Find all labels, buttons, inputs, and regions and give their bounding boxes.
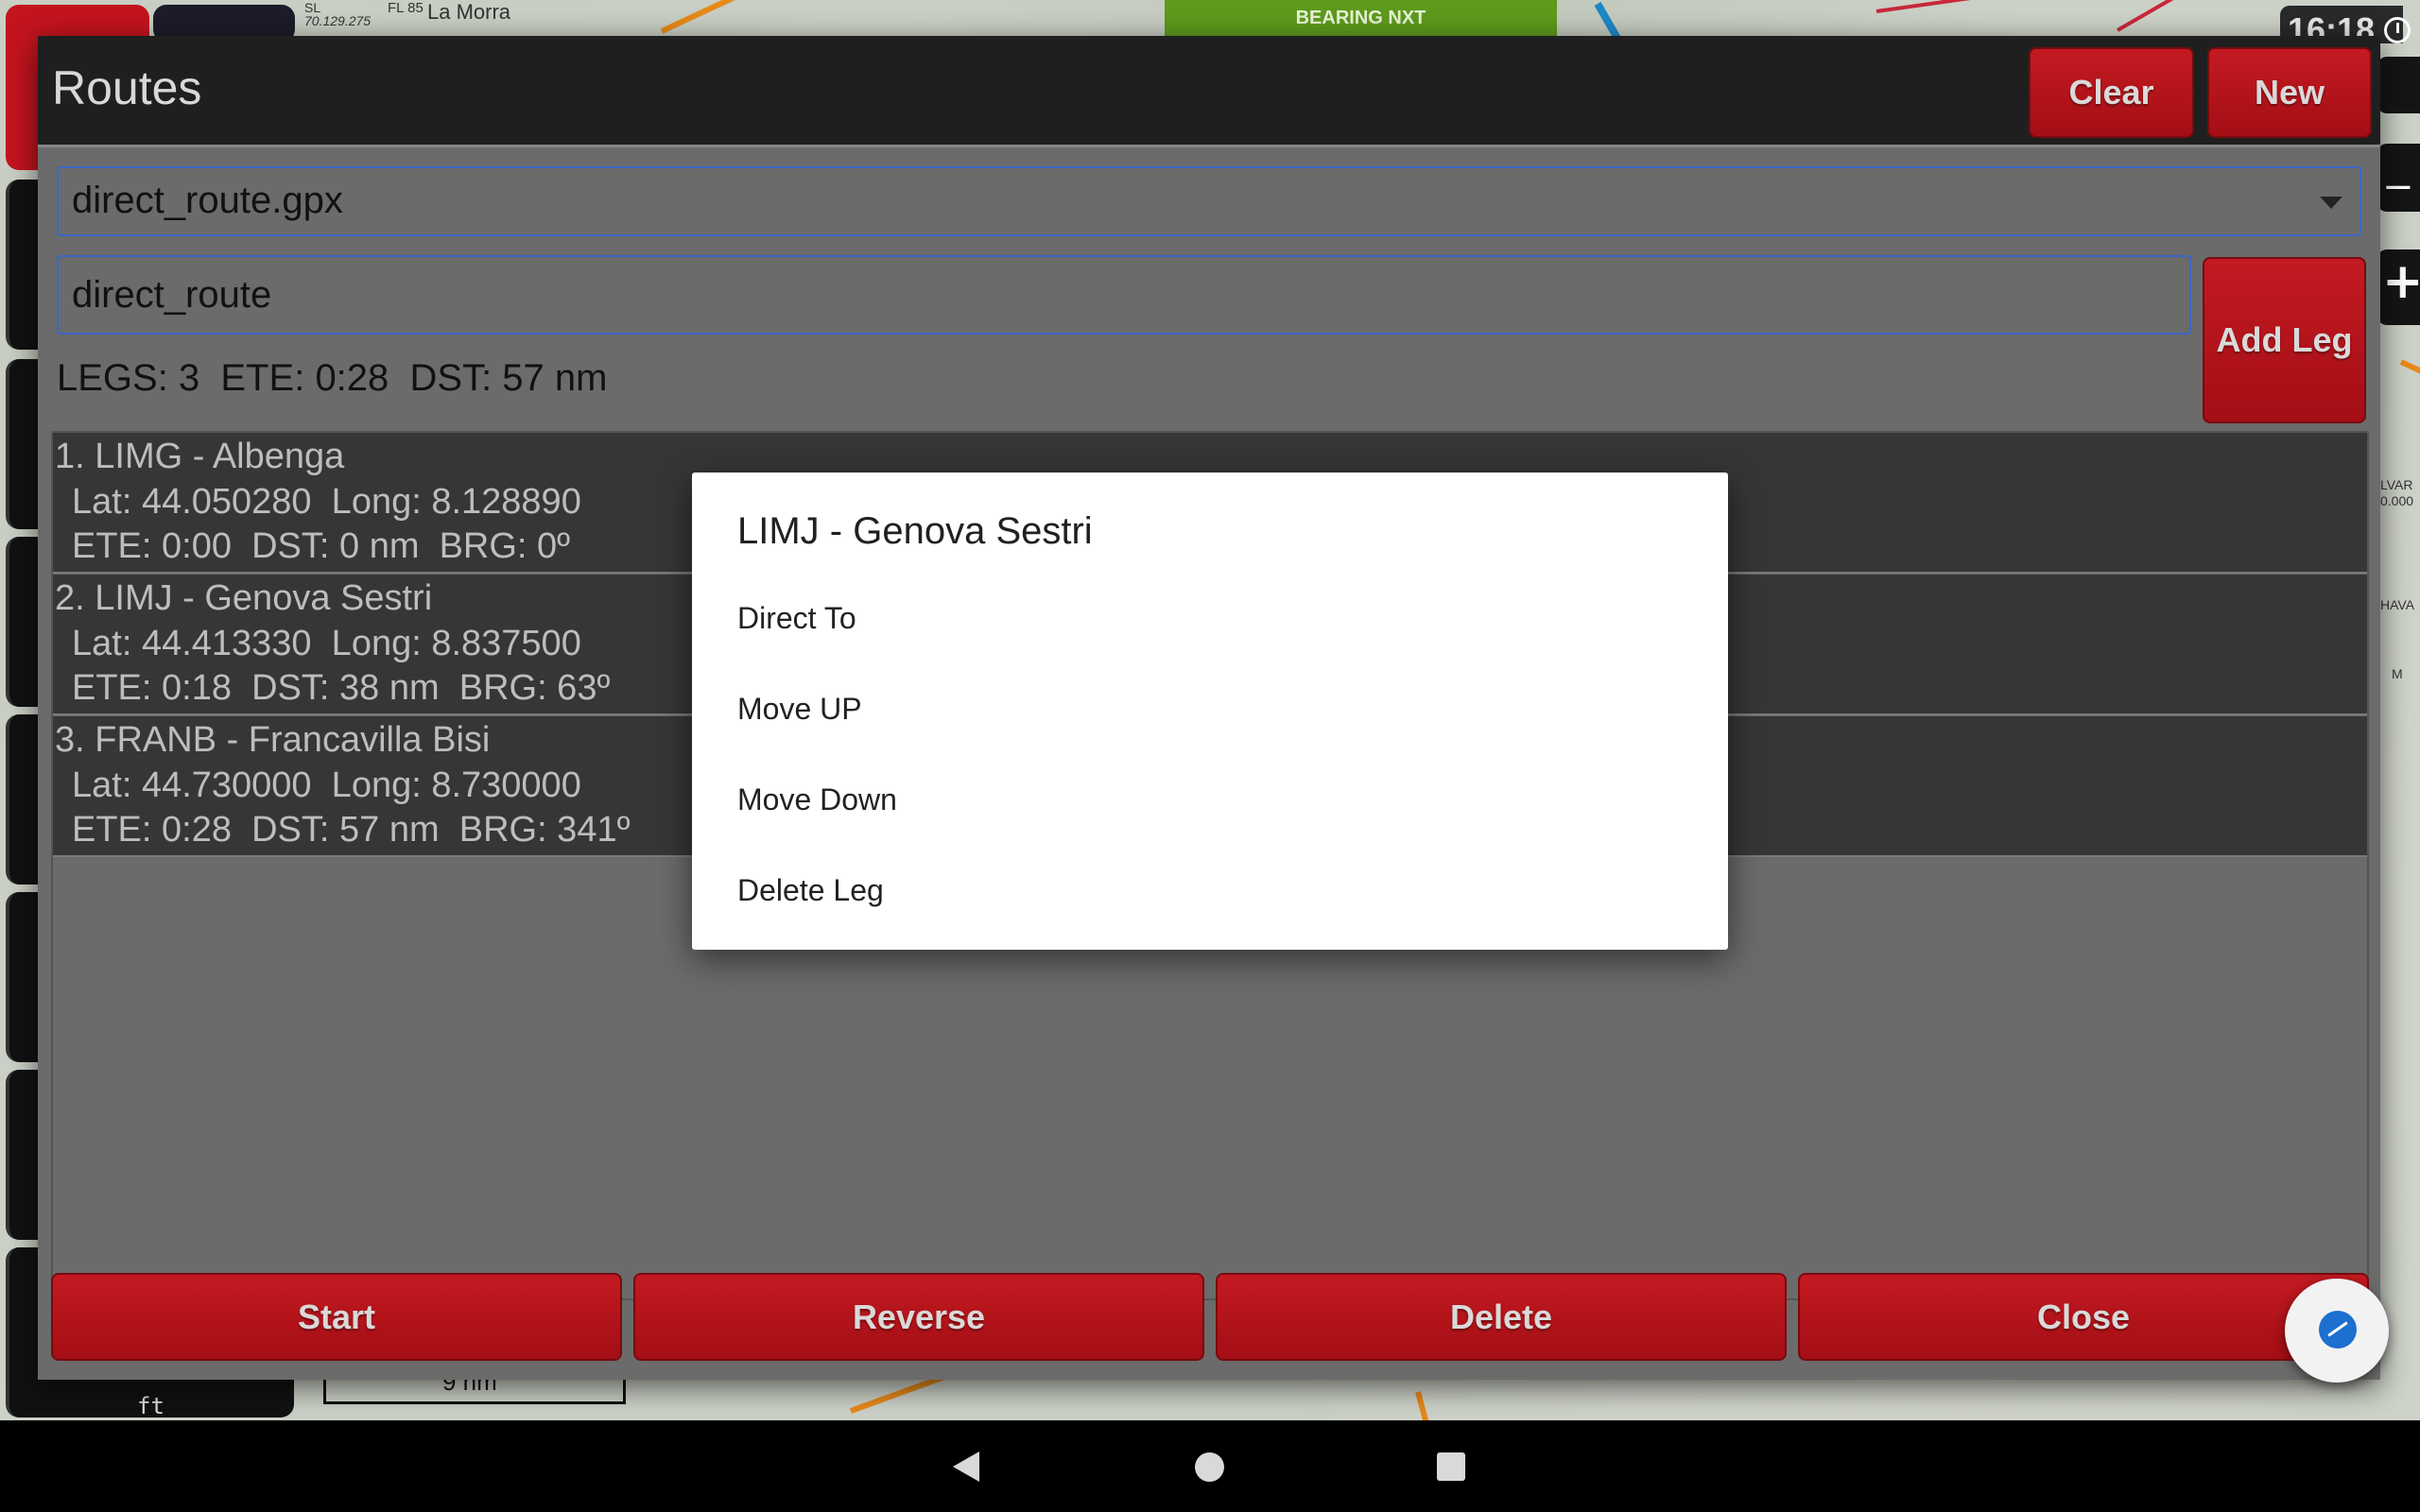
- menu-item-move-up[interactable]: Move UP: [692, 663, 1728, 754]
- menu-title: LIMJ - Genova Sestri: [737, 510, 1093, 552]
- home-icon[interactable]: [1195, 1452, 1224, 1482]
- recents-icon[interactable]: [1437, 1452, 1465, 1481]
- system-nav-bar: [0, 1420, 2420, 1512]
- menu-item-move-down[interactable]: Move Down: [692, 754, 1728, 845]
- menu-item-direct-to[interactable]: Direct To: [692, 573, 1728, 663]
- leg-context-menu: LIMJ - Genova Sestri Direct To Move UP M…: [692, 472, 1728, 950]
- menu-item-delete-leg[interactable]: Delete Leg: [692, 845, 1728, 936]
- screen: SL 70.129.275 FL 85 La Morra BEARING NXT…: [0, 0, 2420, 1512]
- back-icon[interactable]: [953, 1452, 979, 1482]
